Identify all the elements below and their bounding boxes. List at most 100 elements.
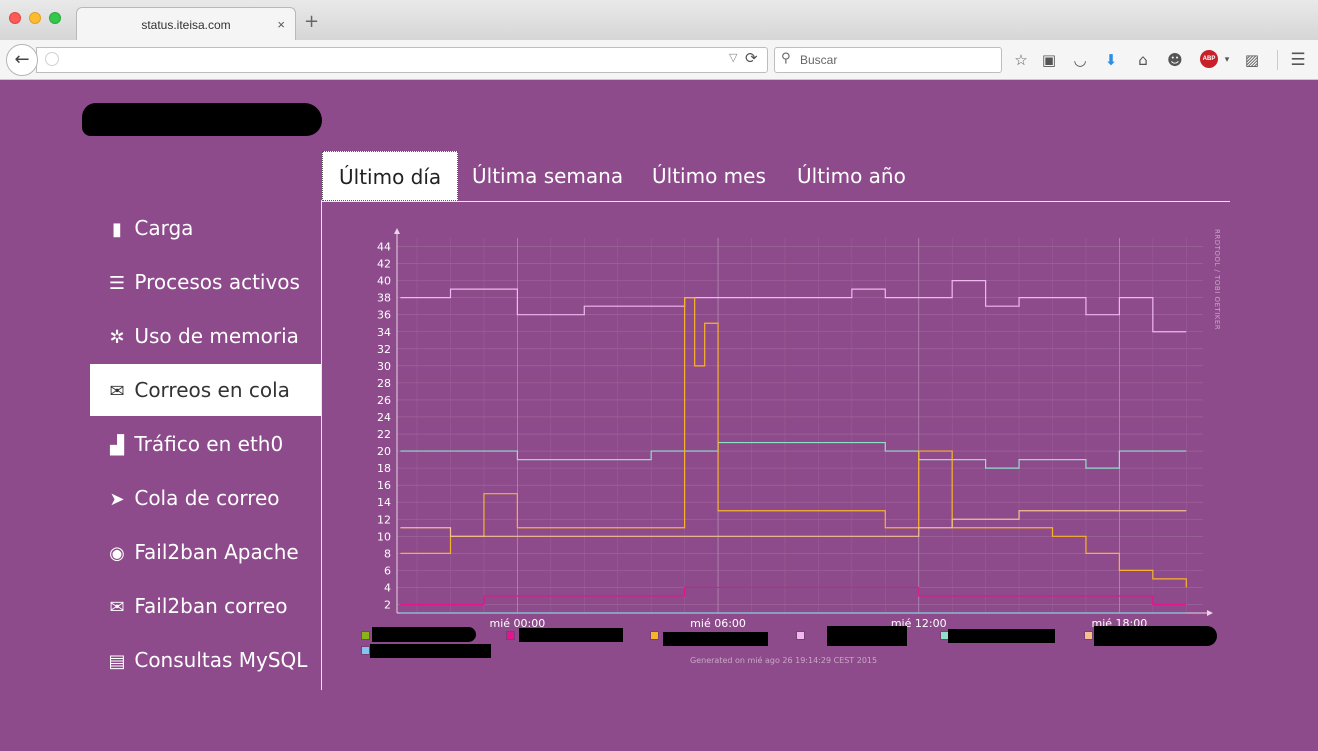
legend-swatch-magenta bbox=[506, 631, 515, 640]
envelope-icon: ✉ bbox=[109, 597, 125, 618]
table-icon: ▤ bbox=[108, 651, 126, 672]
y-tick-label: 2 bbox=[384, 598, 391, 611]
series-line-3 bbox=[400, 510, 1187, 537]
y-tick-label: 42 bbox=[377, 258, 391, 271]
pocket-icon[interactable]: ◡ bbox=[1070, 50, 1090, 70]
back-button[interactable]: ← bbox=[6, 44, 38, 76]
close-window-button[interactable] bbox=[9, 12, 21, 24]
legend-label-redacted bbox=[372, 627, 476, 642]
legend-swatch-yellow bbox=[650, 631, 659, 640]
menu-icon[interactable]: ☰ bbox=[1288, 50, 1308, 70]
y-tick-label: 40 bbox=[377, 275, 391, 288]
y-tick-label: 26 bbox=[377, 394, 391, 407]
download-icon[interactable]: ⬇ bbox=[1101, 50, 1121, 70]
globe-icon bbox=[45, 52, 59, 66]
search-placeholder: Buscar bbox=[800, 53, 838, 67]
sidebar: ▮ Carga ☰ Procesos activos ✲ Uso de memo… bbox=[90, 200, 322, 690]
y-tick-label: 32 bbox=[377, 343, 391, 356]
tabs-underline bbox=[322, 201, 1230, 202]
adblock-icon[interactable]: ABP bbox=[1200, 50, 1218, 68]
legend-swatch-peach bbox=[1084, 631, 1093, 640]
new-tab-button[interactable]: + bbox=[304, 13, 319, 31]
sidebar-item-label: Fail2ban Apache bbox=[134, 540, 299, 564]
eye-icon: ◉ bbox=[109, 543, 125, 564]
sidebar-item-uso-de-memoria[interactable]: ✲ Uso de memoria bbox=[90, 310, 321, 362]
legend-label-redacted bbox=[370, 644, 491, 658]
browser-tab-title: status.iteisa.com bbox=[141, 18, 231, 32]
sidebar-item-label: Correos en cola bbox=[134, 378, 290, 402]
navigation-toolbar: ▽ ⟳ ← ⚲ Buscar ☆ ▣ ◡ ⬇ ⌂ ☻ ABP ▾ ▨ ☰ bbox=[0, 40, 1318, 80]
y-tick-label: 24 bbox=[377, 411, 391, 424]
home-icon[interactable]: ⌂ bbox=[1133, 50, 1153, 70]
x-axis-arrow bbox=[1207, 610, 1213, 616]
series-line-0 bbox=[400, 280, 1187, 333]
sidebar-item-fail2ban-correo[interactable]: ✉ Fail2ban correo bbox=[90, 580, 321, 632]
legend-label-redacted bbox=[948, 629, 1055, 643]
tab-ultima-semana[interactable]: Última semana bbox=[456, 151, 639, 201]
x-tick-label: mié 06:00 bbox=[690, 617, 746, 630]
star-icon[interactable]: ☆ bbox=[1011, 50, 1031, 70]
legend-label-redacted bbox=[519, 628, 623, 642]
sidebar-item-label: Consultas MySQL bbox=[134, 648, 308, 672]
maximize-window-button[interactable] bbox=[49, 12, 61, 24]
sidebar-item-label: Cola de correo bbox=[134, 486, 280, 510]
bar-chart-icon: ▮ bbox=[112, 219, 122, 240]
sidebar-item-cola-de-correo[interactable]: ➤ Cola de correo bbox=[90, 472, 321, 524]
series-line-4 bbox=[400, 586, 1187, 606]
y-tick-label: 8 bbox=[384, 547, 391, 560]
tab-ultimo-ano[interactable]: Último año bbox=[781, 151, 922, 201]
sidebar-item-carga[interactable]: ▮ Carga bbox=[90, 202, 321, 254]
tab-ultimo-mes[interactable]: Último mes bbox=[636, 151, 782, 201]
sidebar-item-label: Fail2ban correo bbox=[134, 594, 288, 618]
rrdtool-watermark: RRDTOOL / TOBI OETIKER bbox=[1213, 229, 1221, 331]
selenium-icon[interactable]: ▨ bbox=[1242, 50, 1262, 70]
y-tick-label: 36 bbox=[377, 309, 391, 322]
generated-timestamp: Generated on mié ago 26 19:14:29 CEST 20… bbox=[690, 656, 878, 665]
y-tick-label: 30 bbox=[377, 360, 391, 373]
y-tick-label: 20 bbox=[377, 445, 391, 458]
legend-swatch-green bbox=[361, 631, 370, 640]
y-tick-label: 16 bbox=[377, 479, 391, 492]
sidebar-item-consultas-mysql[interactable]: ▤ Consultas MySQL bbox=[90, 634, 321, 686]
search-input[interactable]: ⚲ Buscar bbox=[774, 47, 1002, 73]
chat-icon[interactable]: ☻ bbox=[1165, 50, 1185, 70]
sidebar-item-fail2ban-apache[interactable]: ◉ Fail2ban Apache bbox=[90, 526, 321, 578]
sidebar-item-trafico-en-eth0[interactable]: ▟ Tráfico en eth0 bbox=[90, 418, 321, 470]
sidebar-item-label: Uso de memoria bbox=[134, 324, 299, 348]
legend-label-redacted bbox=[663, 632, 768, 646]
y-axis-arrow bbox=[394, 228, 400, 234]
search-icon: ⚲ bbox=[781, 51, 791, 66]
sidebar-item-correos-en-cola[interactable]: ✉ Correos en cola bbox=[90, 364, 321, 416]
y-tick-label: 12 bbox=[377, 513, 391, 526]
legend-swatch-pink bbox=[796, 631, 805, 640]
tab-ultimo-dia[interactable]: Último día bbox=[322, 151, 459, 201]
sidebar-item-label: Carga bbox=[134, 216, 194, 240]
tab-close-icon[interactable]: × bbox=[277, 8, 285, 42]
sidebar-item-label: Tráfico en eth0 bbox=[134, 432, 284, 456]
reading-list-icon[interactable]: ▣ bbox=[1039, 50, 1059, 70]
window-titlebar: status.iteisa.com × + bbox=[0, 0, 1318, 41]
legend-label-redacted bbox=[827, 626, 907, 646]
y-tick-label: 34 bbox=[377, 326, 391, 339]
site-logo bbox=[82, 103, 322, 136]
url-bar[interactable]: ▽ ⟳ bbox=[36, 47, 768, 73]
legend-label-redacted bbox=[1094, 626, 1217, 646]
reload-icon[interactable]: ⟳ bbox=[745, 49, 758, 67]
sidebar-item-label: Procesos activos bbox=[134, 270, 300, 294]
adblock-dropdown-icon[interactable]: ▾ bbox=[1217, 50, 1237, 70]
y-tick-label: 44 bbox=[377, 241, 391, 254]
legend-swatch-lightblue bbox=[361, 646, 370, 655]
url-dropdown-icon[interactable]: ▽ bbox=[729, 51, 737, 64]
series-line-1 bbox=[400, 441, 1187, 469]
y-tick-label: 4 bbox=[384, 581, 391, 594]
y-tick-label: 38 bbox=[377, 292, 391, 305]
mail-queue-chart: 2468101214161820222426283032343638404244… bbox=[377, 228, 1213, 630]
list-icon: ☰ bbox=[108, 273, 126, 294]
y-tick-label: 14 bbox=[377, 496, 391, 509]
browser-tab[interactable]: status.iteisa.com × bbox=[76, 7, 296, 41]
minimize-window-button[interactable] bbox=[29, 12, 41, 24]
gear-icon: ✲ bbox=[109, 327, 125, 348]
y-tick-label: 28 bbox=[377, 377, 391, 390]
sidebar-item-procesos-activos[interactable]: ☰ Procesos activos bbox=[90, 256, 321, 308]
signal-icon: ▟ bbox=[110, 435, 124, 456]
